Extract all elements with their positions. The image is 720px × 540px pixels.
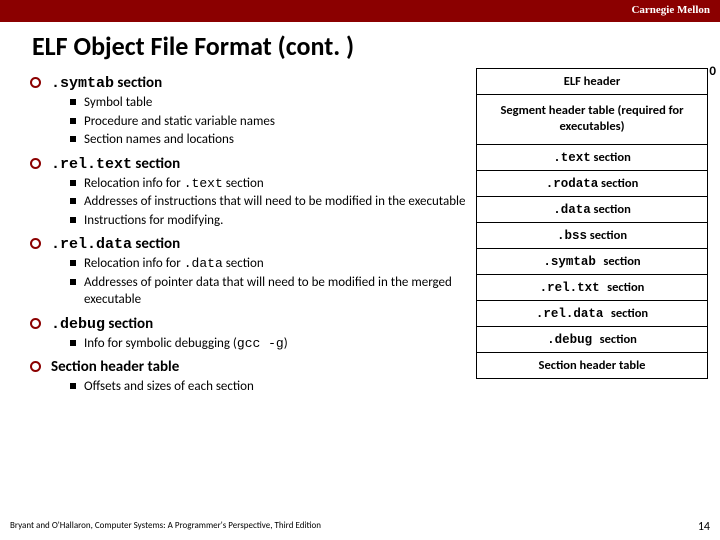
offset-zero: 0 — [709, 64, 716, 79]
square-bullet-icon — [70, 136, 76, 142]
sub-item: Instructions for modifying. — [70, 212, 468, 230]
square-bullet-icon — [70, 340, 76, 346]
bullet-item: .debug section — [30, 315, 468, 333]
elf-diagram: ELF headerSegment header table (required… — [476, 68, 708, 379]
diagram-cell: Segment header table (required for execu… — [476, 94, 708, 144]
bullet-label: .rel.data section — [51, 235, 180, 253]
sub-item: Relocation info for .data section — [70, 255, 468, 273]
bullet-label: .symtab section — [51, 74, 162, 92]
square-bullet-icon — [70, 217, 76, 223]
square-bullet-icon — [70, 383, 76, 389]
sub-item: Symbol table — [70, 94, 468, 112]
sub-list: Info for symbolic debugging (gcc -g) — [70, 335, 468, 353]
code-span: .rel.text — [51, 156, 132, 173]
sub-list: Symbol tableProcedure and static variabl… — [70, 94, 468, 149]
code-span: .rel.txt — [540, 281, 608, 295]
bullet-label: .debug section — [51, 315, 153, 333]
circle-bullet-icon — [30, 158, 41, 169]
square-bullet-icon — [70, 279, 76, 285]
code-span: .symtab — [543, 255, 603, 269]
circle-bullet-icon — [30, 361, 41, 372]
sub-item-text: Section names and locations — [84, 131, 468, 149]
diagram-cell: .symtab section — [476, 248, 708, 274]
sub-item: Addresses of pointer data that will need… — [70, 274, 468, 309]
code-span: .data — [553, 203, 591, 217]
circle-bullet-icon — [30, 77, 41, 88]
diagram-cell: .bss section — [476, 222, 708, 248]
sub-item-text: Relocation info for .data section — [84, 255, 468, 273]
diagram-cell: .data section — [476, 196, 708, 222]
diagram-cell: .rel.txt section — [476, 274, 708, 300]
code-span: .text — [184, 176, 223, 191]
sub-item-text: Addresses of pointer data that will need… — [84, 274, 468, 309]
sub-item-text: Offsets and sizes of each section — [84, 378, 468, 396]
diagram-column: 0 ELF headerSegment header table (requir… — [476, 68, 708, 397]
bullet-item: .rel.data section — [30, 235, 468, 253]
square-bullet-icon — [70, 198, 76, 204]
sub-item-text: Symbol table — [84, 94, 468, 112]
diagram-cell: Section header table — [476, 352, 708, 379]
code-span: .text — [553, 151, 591, 165]
code-span: .bss — [557, 229, 587, 243]
sub-item-text: Instructions for modifying. — [84, 212, 468, 230]
diagram-cell: .debug section — [476, 326, 708, 352]
square-bullet-icon — [70, 118, 76, 124]
bullet-item: .rel.text section — [30, 155, 468, 173]
square-bullet-icon — [70, 180, 76, 186]
code-span: .data — [184, 256, 223, 271]
code-span: .symtab — [51, 75, 114, 92]
sub-item-text: Procedure and static variable names — [84, 113, 468, 131]
bullet-label: .rel.text section — [51, 155, 180, 173]
content-area: .symtab section Symbol tableProcedure and… — [0, 68, 720, 397]
code-span: .debug — [547, 333, 600, 347]
sub-item: Procedure and static variable names — [70, 113, 468, 131]
sub-item: Relocation info for .text section — [70, 175, 468, 193]
code-span: .rel.data — [536, 307, 611, 321]
sub-list: Offsets and sizes of each section — [70, 378, 468, 396]
bullet-column: .symtab section Symbol tableProcedure and… — [30, 68, 476, 397]
sub-item: Info for symbolic debugging (gcc -g) — [70, 335, 468, 353]
sub-item: Section names and locations — [70, 131, 468, 149]
bullet-label: Section header table — [51, 358, 179, 376]
code-span: gcc -g — [237, 336, 284, 351]
circle-bullet-icon — [30, 238, 41, 249]
sub-item: Offsets and sizes of each section — [70, 378, 468, 396]
bullet-item: .symtab section — [30, 74, 468, 92]
square-bullet-icon — [70, 99, 76, 105]
code-span: .rodata — [546, 177, 599, 191]
sub-item: Addresses of instructions that will need… — [70, 193, 468, 211]
diagram-cell: .rodata section — [476, 170, 708, 196]
footer-citation: Bryant and O'Hallaron, Computer Systems:… — [10, 520, 321, 534]
code-span: .debug — [51, 316, 105, 333]
diagram-cell: ELF header — [476, 68, 708, 94]
page-number: 14 — [698, 520, 710, 534]
diagram-cell: .rel.data section — [476, 300, 708, 326]
circle-bullet-icon — [30, 318, 41, 329]
sub-list: Relocation info for .data sectionAddress… — [70, 255, 468, 309]
diagram-cell: .text section — [476, 144, 708, 170]
slide-title: ELF Object File Format (cont. ) — [0, 22, 720, 68]
header-bar: Carnegie Mellon — [0, 0, 720, 22]
sub-list: Relocation info for .text sectionAddress… — [70, 175, 468, 230]
code-span: .rel.data — [51, 236, 132, 253]
square-bullet-icon — [70, 260, 76, 266]
sub-item-text: Relocation info for .text section — [84, 175, 468, 193]
org-label: Carnegie Mellon — [631, 4, 710, 16]
bullet-item: Section header table — [30, 358, 468, 376]
sub-item-text: Addresses of instructions that will need… — [84, 193, 468, 211]
sub-item-text: Info for symbolic debugging (gcc -g) — [84, 335, 468, 353]
footer: Bryant and O'Hallaron, Computer Systems:… — [10, 520, 710, 534]
